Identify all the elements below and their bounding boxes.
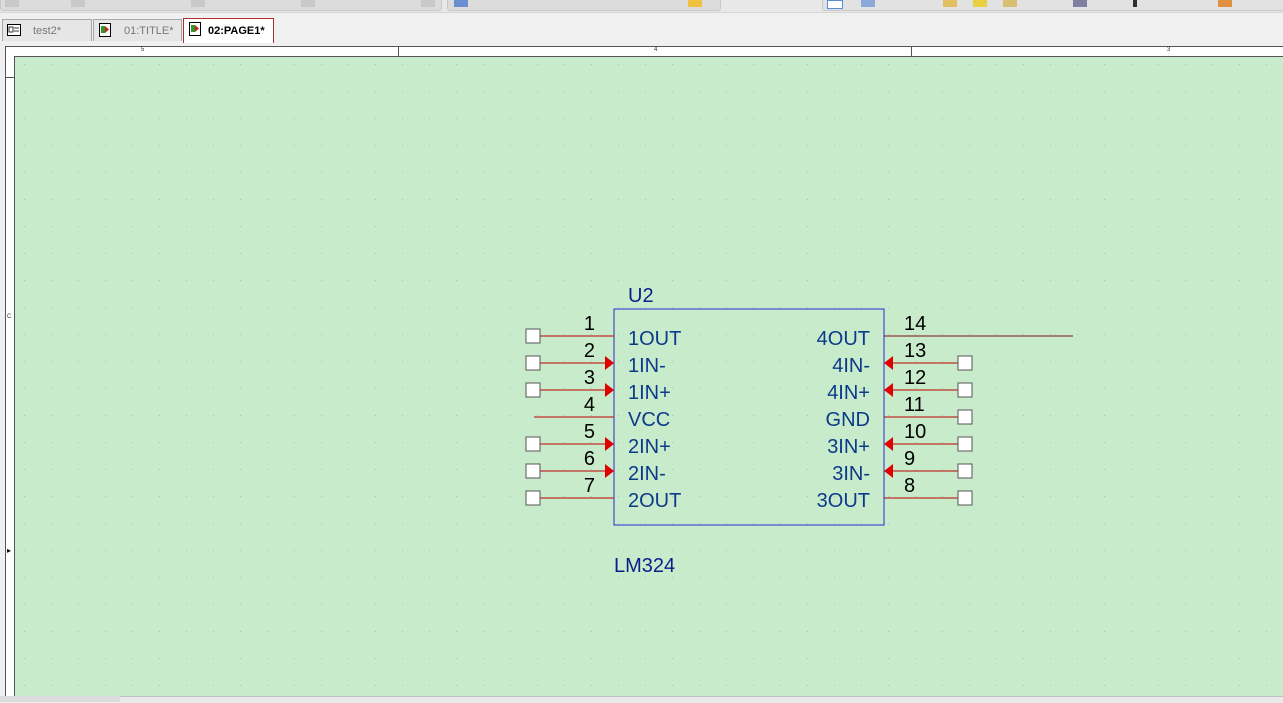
select-tool-icon[interactable] [827, 0, 843, 9]
toolbar-button[interactable] [191, 0, 205, 7]
toolbar-button[interactable] [421, 0, 435, 7]
pin-name: 4OUT [817, 328, 870, 350]
toolbar-button[interactable] [454, 0, 468, 7]
pin-number: 4 [584, 394, 595, 416]
toolbar-group-file [0, 0, 442, 11]
unconnected-pin-marker[interactable] [525, 328, 541, 344]
pin-name: 3OUT [817, 490, 870, 512]
ruler-zone-label: 4 [654, 47, 658, 53]
pin-number: 6 [584, 448, 595, 470]
part-value[interactable]: LM324 [614, 555, 675, 577]
pin-name: 4IN- [832, 355, 870, 377]
pin-name: 1IN- [628, 355, 666, 377]
pin-name: 1OUT [628, 328, 681, 350]
schematic-drawing: U2 LM324 1 1OUT 2 1IN- 3 1IN+ 4 VCC 5 2IN+ 6 2IN- 7 2… [525, 285, 1073, 577]
pin-name: 1IN+ [628, 382, 671, 404]
horizontal-scrollbar[interactable] [0, 696, 1283, 703]
pin-name: 3IN+ [827, 436, 870, 458]
left-border-ruler: C ▸ [6, 56, 15, 696]
toolbar-button[interactable] [71, 0, 85, 7]
unconnected-pin-marker[interactable] [957, 382, 973, 398]
tab-label: 02:PAGE1* [208, 25, 265, 37]
pin-number: 3 [584, 367, 595, 389]
pin-number: 14 [904, 313, 926, 335]
pin-number: 11 [904, 394, 925, 416]
pin-name: 2IN- [628, 463, 666, 485]
place-power-icon[interactable] [1218, 0, 1232, 7]
tab-label: 01:TITLE* [124, 25, 174, 37]
pin-number: 9 [904, 448, 915, 470]
unconnected-pin-marker[interactable] [957, 436, 973, 452]
input-arrow-icon [605, 437, 614, 451]
schematic-project-icon [7, 23, 21, 37]
pin-name: GND [826, 409, 870, 431]
place-wire-icon[interactable] [973, 0, 987, 7]
toolbar [0, 0, 1283, 13]
schematic-page-icon [188, 22, 202, 36]
place-bus-icon[interactable] [1073, 0, 1087, 7]
unconnected-pin-marker[interactable] [957, 490, 973, 506]
pin-number: 7 [584, 475, 595, 497]
toolbar-button[interactable] [688, 0, 702, 7]
place-net-icon[interactable] [1003, 0, 1017, 7]
unconnected-pin-marker[interactable] [525, 436, 541, 452]
ruler-marker-icon: ▸ [7, 546, 12, 555]
tab-title-page[interactable]: 01:TITLE* [93, 19, 182, 41]
part-reference[interactable]: U2 [628, 285, 654, 307]
unconnected-pin-marker[interactable] [957, 355, 973, 371]
unconnected-pin-marker[interactable] [957, 409, 973, 425]
ruler-divider [911, 47, 912, 56]
pin-number: 2 [584, 340, 595, 362]
pin-name: 2OUT [628, 490, 681, 512]
unconnected-pin-marker[interactable] [525, 355, 541, 371]
input-arrow-icon [605, 464, 614, 478]
input-arrow-icon [605, 356, 614, 370]
input-arrow-icon [884, 464, 893, 478]
right-pin-group: 14 4OUT 13 4IN- 12 4IN+ 11 GND 10 3IN+ 9 3IN- 8 3OUT [817, 313, 973, 512]
ruler-zone-label: 3 [1167, 47, 1171, 53]
zoom-tool-icon[interactable] [861, 0, 875, 7]
pin-number: 1 [584, 313, 595, 335]
document-tab-bar: test2* 01:TITLE* 02:PAGE1* [0, 13, 1283, 45]
toolbar-group-draw [822, 0, 1283, 11]
schematic-page-icon [98, 23, 112, 37]
pin-name: 4IN+ [827, 382, 870, 404]
unconnected-pin-marker[interactable] [525, 463, 541, 479]
toolbar-button[interactable] [301, 0, 315, 7]
pin-number: 5 [584, 421, 595, 443]
ruler-divider [6, 77, 14, 78]
input-arrow-icon [884, 383, 893, 397]
input-arrow-icon [605, 383, 614, 397]
unconnected-pin-marker[interactable] [525, 382, 541, 398]
ruler-zone-label: C [7, 314, 12, 320]
pin-number: 10 [904, 421, 926, 443]
unconnected-pin-marker[interactable] [957, 463, 973, 479]
input-arrow-icon [884, 356, 893, 370]
input-arrow-icon [884, 437, 893, 451]
ruler-divider [398, 47, 399, 56]
toolbar-button[interactable] [5, 0, 19, 7]
tab-project[interactable]: test2* [2, 19, 92, 41]
left-pin-group: 1 1OUT 2 1IN- 3 1IN+ 4 VCC 5 2IN+ 6 2IN- 7 2OUT [525, 313, 681, 512]
pin-name: VCC [628, 409, 670, 431]
top-border-ruler: 5 4 3 [6, 47, 1283, 57]
unconnected-pin-marker[interactable] [525, 490, 541, 506]
ruler-zone-label: 5 [141, 47, 145, 53]
pin-number: 13 [904, 340, 926, 362]
toolbar-group-edit [447, 0, 721, 11]
pin-number: 8 [904, 475, 915, 497]
pin-number: 12 [904, 367, 926, 389]
tab-label: test2* [33, 25, 62, 37]
schematic-sheet[interactable]: U2 LM324 1 1OUT 2 1IN- 3 1IN+ 4 VCC 5 2IN+ 6 2IN- 7 2… [15, 57, 1283, 696]
pin-1[interactable]: 1 1OUT [525, 313, 681, 350]
pin-name: 2IN+ [628, 436, 671, 458]
pin-name: 3IN- [832, 463, 870, 485]
tab-page1[interactable]: 02:PAGE1* [183, 18, 274, 43]
place-junction-icon[interactable] [1133, 0, 1137, 7]
place-part-icon[interactable] [943, 0, 957, 7]
